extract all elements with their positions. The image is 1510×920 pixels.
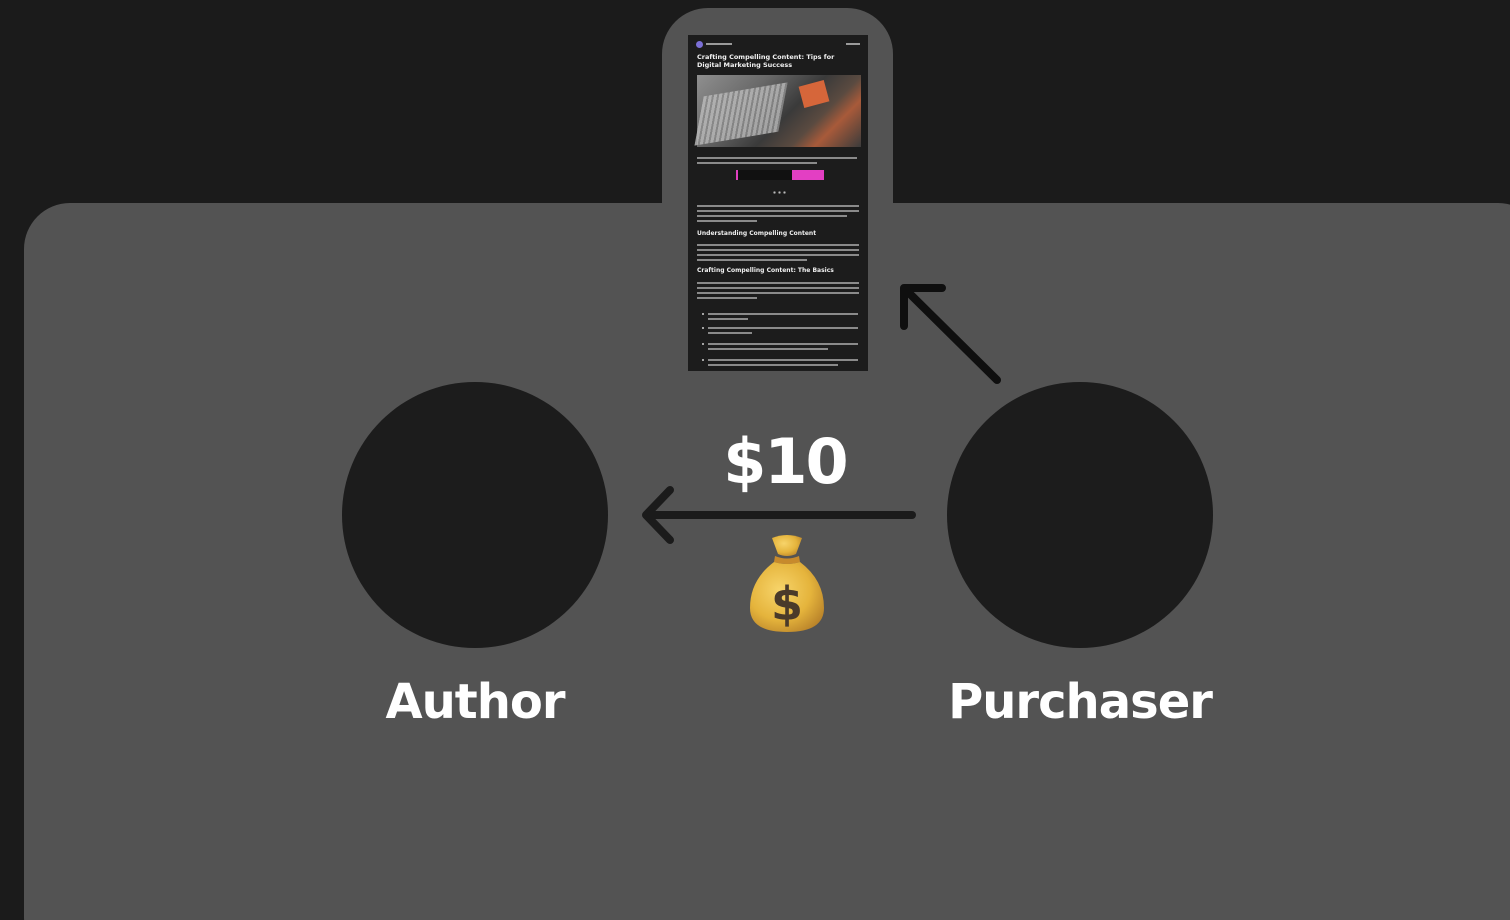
connector-arrows (642, 284, 1001, 544)
money-bag-icon: $ (750, 535, 824, 632)
diagram-canvas: Crafting Compelling Content: Tips for Di… (0, 0, 1510, 920)
svg-text:$: $ (771, 577, 803, 631)
arrow-up-left-icon (900, 284, 1001, 384)
